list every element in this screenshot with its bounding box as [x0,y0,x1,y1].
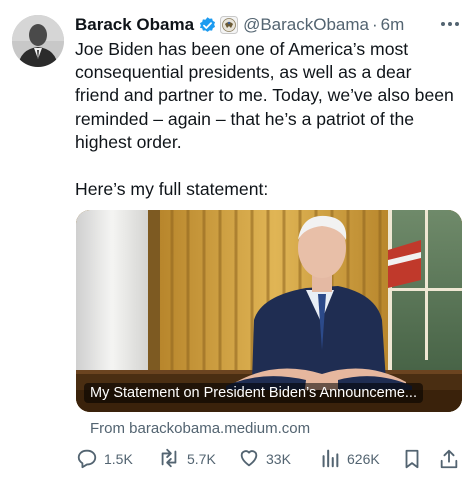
tweet-text: Joe Biden has been one of America’s most… [75,38,455,201]
avatar[interactable] [12,15,64,67]
tweet-paragraph: Joe Biden has been one of America’s most… [75,39,454,152]
like-count: 33K [266,451,291,467]
reply-icon [76,447,104,472]
repost-count: 5.7K [187,451,216,467]
views-count: 626K [347,451,380,467]
author-handle[interactable]: @BarackObama [243,15,369,35]
reply-button[interactable]: 1.5K [76,446,133,472]
more-icon[interactable] [438,14,462,34]
action-bar: 1.5K 5.7K 33K 626K [76,446,462,472]
author-name[interactable]: Barack Obama [75,15,194,35]
card-image [76,210,462,412]
link-card-source[interactable]: From barackobama.medium.com [90,420,310,437]
government-seal-icon [220,16,239,34]
views-button[interactable]: 626K [319,446,380,472]
tweet-paragraph-statement: Here’s my full statement: [75,179,269,200]
link-card[interactable]: My Statement on President Biden’s Announ… [76,210,462,412]
share-icon[interactable] [438,446,460,472]
link-card-title: My Statement on President Biden’s Announ… [84,383,423,403]
like-button[interactable]: 33K [238,446,291,472]
verified-badge-icon [198,16,217,35]
header-separator: · [372,15,378,34]
tweet-header: Barack Obama @BarackObama · 6m [75,13,462,37]
views-icon [319,447,347,472]
repost-icon [157,447,187,472]
reply-count: 1.5K [104,451,133,467]
repost-button[interactable]: 5.7K [157,446,216,472]
tweet: Barack Obama @BarackObama · 6m Joe Biden… [0,0,474,487]
tweet-timestamp[interactable]: 6m [381,15,405,35]
like-icon [238,447,266,472]
bookmark-icon[interactable] [401,446,423,472]
